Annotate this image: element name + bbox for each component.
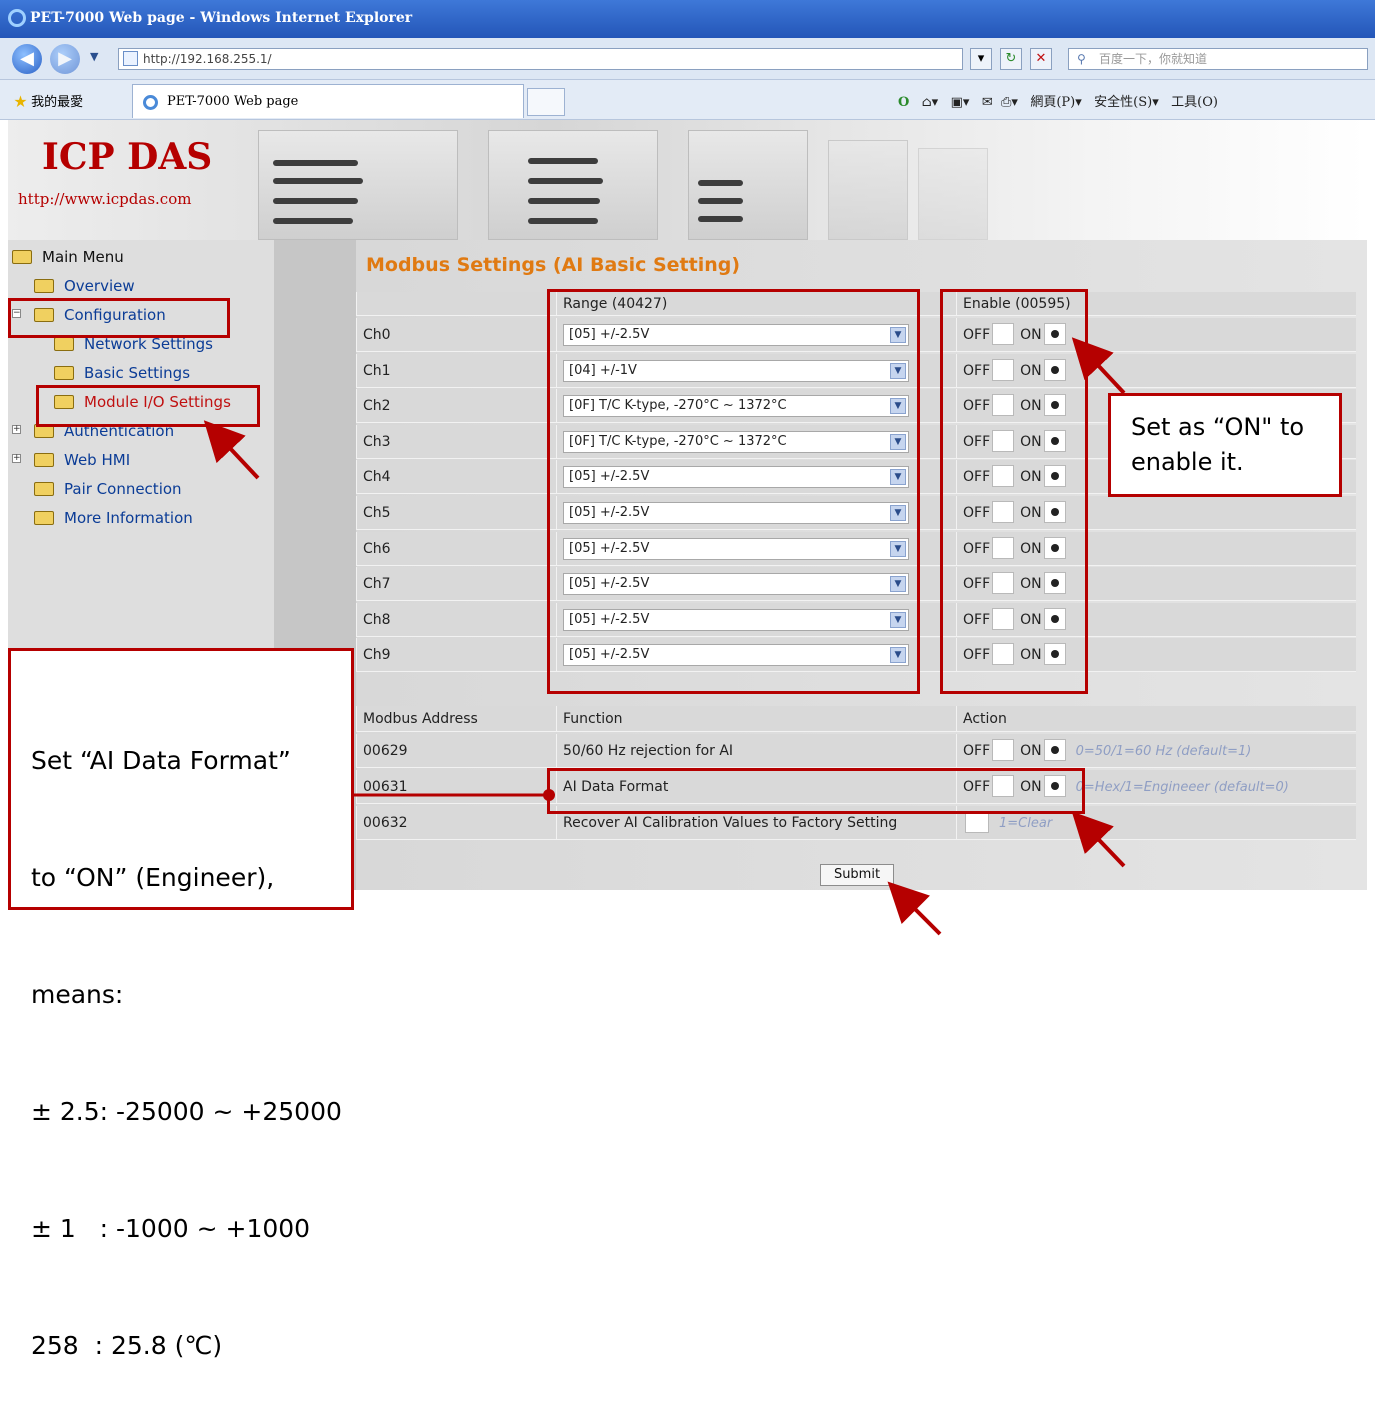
arrow-to-format-on	[1071, 811, 1126, 868]
arrow-to-enable	[1071, 337, 1126, 395]
annotation-arrows	[203, 337, 1126, 936]
arrow-to-module-io	[203, 420, 260, 480]
arrow-to-submit	[887, 881, 942, 936]
connector-dot	[543, 789, 555, 801]
